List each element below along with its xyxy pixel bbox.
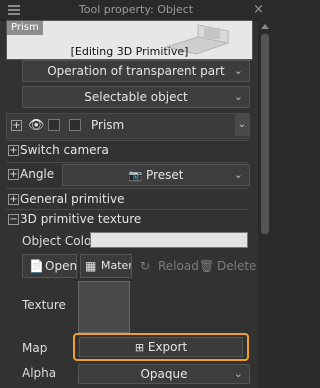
selectable-object-value: Selectable object — [84, 90, 188, 104]
visibility-eye-icon[interactable]: 👁 — [28, 118, 45, 133]
angle-preset-dropdown[interactable]: 📷 Preset ⌄ — [62, 164, 250, 186]
select-checkbox[interactable] — [69, 119, 81, 131]
camera-icon: 📷 — [128, 169, 143, 182]
layer-row[interactable]: + 👁 Prism ⌄ — [6, 113, 250, 139]
open-label: Open — [45, 259, 78, 273]
delete-button[interactable]: 🗑 Delete — [196, 254, 256, 278]
preview-tag: Prism — [7, 21, 43, 35]
divider — [6, 209, 248, 210]
alpha-value: Opaque — [140, 367, 188, 381]
switch-camera-label: Switch camera — [20, 143, 109, 157]
close-icon[interactable]: × — [253, 2, 264, 17]
expand-icon[interactable]: + — [11, 120, 22, 131]
export-button[interactable]: ⊞ Export — [79, 337, 243, 357]
alpha-dropdown[interactable]: Opaque ⌄ — [78, 364, 250, 384]
expand-icon[interactable]: + — [8, 145, 19, 156]
transparent-operation-dropdown[interactable]: Operation of transparent part ⌄ — [22, 60, 250, 82]
tool-preview: Prism [Editing 3D Primitive] — [6, 20, 253, 60]
general-primitive-label: General primitive — [20, 192, 125, 206]
title-bar: Tool property: Object × — [0, 0, 272, 21]
divider — [6, 188, 248, 189]
map-label: Map — [22, 341, 48, 355]
editing-label: [Editing 3D Primitive] — [70, 45, 189, 58]
general-primitive-section[interactable]: + General primitive — [6, 191, 248, 209]
chevron-down-icon: ⌄ — [233, 168, 243, 181]
alpha-label: Alpha — [22, 366, 57, 380]
export-highlight: ⊞ Export — [73, 333, 249, 361]
open-file-icon: 📄 — [29, 259, 44, 273]
chevron-down-icon: ⌄ — [233, 64, 243, 77]
object-color-label: Object Color — [22, 234, 97, 248]
expand-icon[interactable]: + — [8, 194, 19, 205]
chevron-down-icon: ⌄ — [233, 90, 243, 103]
reload-label: Reload — [158, 259, 199, 273]
scroll-up-icon[interactable] — [261, 24, 269, 29]
material-button[interactable]: ▦ Materia — [80, 254, 132, 278]
collapse-icon[interactable]: − — [8, 214, 19, 225]
switch-camera-section[interactable]: + Switch camera — [6, 142, 248, 160]
angle-preset-value: Preset — [146, 168, 184, 182]
transparent-operation-value: Operation of transparent part — [47, 64, 225, 78]
open-button[interactable]: 📄 Open — [22, 254, 77, 278]
reload-button[interactable]: ↻ Reload — [137, 254, 199, 278]
material-label: Materia — [101, 259, 132, 272]
expand-icon[interactable]: + — [8, 169, 19, 180]
material-grid-icon: ▦ — [85, 259, 97, 273]
tool-property-panel: Tool property: Object × Prism [Editing 3… — [0, 0, 272, 388]
divider — [6, 140, 248, 141]
divider — [6, 162, 248, 163]
angle-label: Angle — [20, 167, 55, 181]
lock-checkbox[interactable] — [48, 119, 60, 131]
chevron-down-icon: ⌄ — [233, 367, 243, 380]
selectable-object-dropdown[interactable]: Selectable object ⌄ — [22, 86, 250, 108]
export-icon: ⊞ — [134, 341, 145, 354]
texture-label: Texture — [22, 298, 66, 312]
delete-label: Delete — [217, 259, 257, 273]
trash-icon: 🗑 — [199, 259, 215, 273]
export-label: Export — [147, 340, 188, 354]
texture-section-label: 3D primitive texture — [20, 212, 142, 226]
texture-thumbnail[interactable] — [78, 281, 130, 333]
object-color-swatch[interactable] — [90, 232, 248, 248]
scrollbar[interactable] — [258, 20, 272, 388]
texture-section[interactable]: − 3D primitive texture — [6, 211, 248, 229]
layer-name: Prism — [91, 118, 125, 132]
scroll-thumb[interactable] — [261, 34, 269, 234]
panel-title: Tool property: Object — [78, 3, 194, 16]
layer-dropdown-icon[interactable]: ⌄ — [235, 114, 249, 136]
reload-icon: ↻ — [140, 259, 151, 273]
